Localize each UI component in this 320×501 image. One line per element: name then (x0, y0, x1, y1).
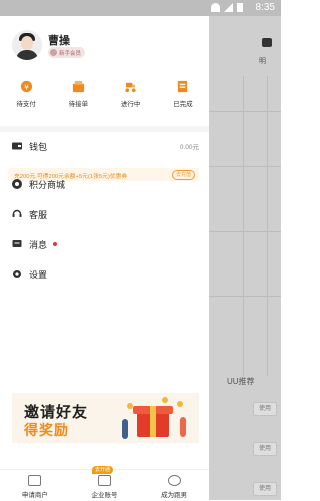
section-divider (0, 126, 209, 132)
status-time: 8:35 (255, 2, 275, 13)
member-badge-label: 新手会员 (59, 50, 82, 57)
avatar-body (16, 50, 38, 60)
menu-item-messages[interactable]: 消息 (0, 232, 209, 256)
become-runner-button[interactable]: 成为跑男 (139, 470, 209, 501)
uu-recommend-label: UU推荐 (227, 377, 255, 386)
message-bubble-icon (262, 38, 272, 47)
avatar[interactable] (12, 30, 42, 60)
coin-icon (177, 401, 183, 407)
map-note: 明 (259, 58, 266, 65)
status-bar: 8:35 (0, 0, 281, 16)
map-road (243, 76, 244, 376)
wallet-icon (12, 142, 22, 150)
wifi-icon (211, 3, 220, 12)
menu-item-label: 设置 (29, 270, 48, 280)
runner-icon (167, 475, 181, 486)
menu-item-label: 积分商城 (29, 180, 66, 190)
order-tab-pending-payment[interactable]: ¥ 待支付 (0, 80, 52, 120)
profile-header[interactable]: 曹操 新手会员 (12, 30, 202, 66)
map-road (209, 296, 281, 297)
map-road (209, 166, 281, 167)
coin-icon (162, 397, 168, 403)
message-icon (12, 240, 22, 247)
order-label: 待支付 (16, 101, 36, 108)
map-road (209, 111, 281, 112)
banner-title: 邀请好友 (24, 404, 89, 421)
points-mall-icon (12, 179, 22, 189)
menu-item-points-mall[interactable]: 积分商城 (0, 172, 209, 196)
pay-icon: ¥ (20, 80, 32, 93)
wallet-row[interactable]: 钱包 0.00元 (0, 134, 209, 158)
open-tag-badge: 去开通 (92, 466, 114, 474)
status-icons (211, 3, 243, 12)
completed-icon (178, 80, 188, 93)
avatar-face (21, 36, 33, 50)
order-label: 待接单 (68, 101, 89, 108)
menu-item-customer-service[interactable]: 客服 (0, 202, 209, 226)
wallet-label: 钱包 (29, 142, 48, 152)
order-tab-in-progress[interactable]: 进行中 (105, 80, 157, 120)
bottom-nav-label: 成为跑男 (161, 492, 188, 499)
invite-friends-banner[interactable]: 邀请好友 得奖励 (12, 393, 199, 443)
map-road (267, 76, 268, 376)
menu-item-label: 客服 (29, 210, 48, 220)
settings-icon (13, 270, 21, 278)
gift-ribbon (150, 406, 156, 437)
battery-icon (237, 3, 243, 12)
person-figure (180, 417, 186, 437)
dimmed-map-overlay[interactable]: 明 UU推荐 使用 使用 使用 (209, 16, 281, 500)
wallet-balance: 0.00元 (179, 144, 199, 151)
member-badge[interactable]: 新手会员 (48, 47, 86, 58)
signal-icon (224, 3, 233, 12)
delivery-icon (125, 82, 136, 93)
map-road (209, 231, 281, 232)
enterprise-icon (98, 475, 111, 486)
order-tab-awaiting-acceptance[interactable]: 待接单 (52, 80, 104, 120)
username: 曹操 (48, 35, 70, 47)
use-button[interactable]: 使用 (253, 402, 277, 416)
order-label: 已完成 (173, 101, 193, 108)
order-label: 进行中 (120, 101, 141, 108)
receive-order-icon (72, 80, 84, 93)
order-status-row: ¥ 待支付 待接单 进行中 已完成 (0, 80, 209, 120)
member-badge-icon (50, 49, 57, 56)
use-button[interactable]: 使用 (253, 442, 277, 456)
coin-icon (127, 403, 133, 409)
menu-item-settings[interactable]: 设置 (0, 262, 209, 286)
use-button[interactable]: 使用 (253, 482, 277, 496)
person-figure (122, 419, 128, 439)
banner-subtitle: 得奖励 (24, 422, 69, 438)
store-icon (28, 475, 42, 486)
unread-dot (53, 242, 57, 246)
order-tab-completed[interactable]: 已完成 (157, 80, 209, 120)
svg-text:¥: ¥ (24, 82, 29, 91)
customer-service-icon (12, 209, 22, 217)
bottom-nav-label: 申请商户 (21, 492, 48, 499)
enterprise-account-button[interactable]: 企业账号 (70, 470, 140, 501)
side-drawer: 曹操 新手会员 ¥ 待支付 待接单 进行中 已完成 钱包 0.00元 充200元… (0, 16, 209, 500)
menu-item-label: 消息 (29, 240, 48, 250)
apply-merchant-button[interactable]: 申请商户 (0, 470, 70, 501)
drawer-bottom-nav: 申请商户 企业账号 成为跑男 去开通 (0, 466, 209, 501)
bottom-nav-label: 企业账号 (91, 492, 118, 499)
